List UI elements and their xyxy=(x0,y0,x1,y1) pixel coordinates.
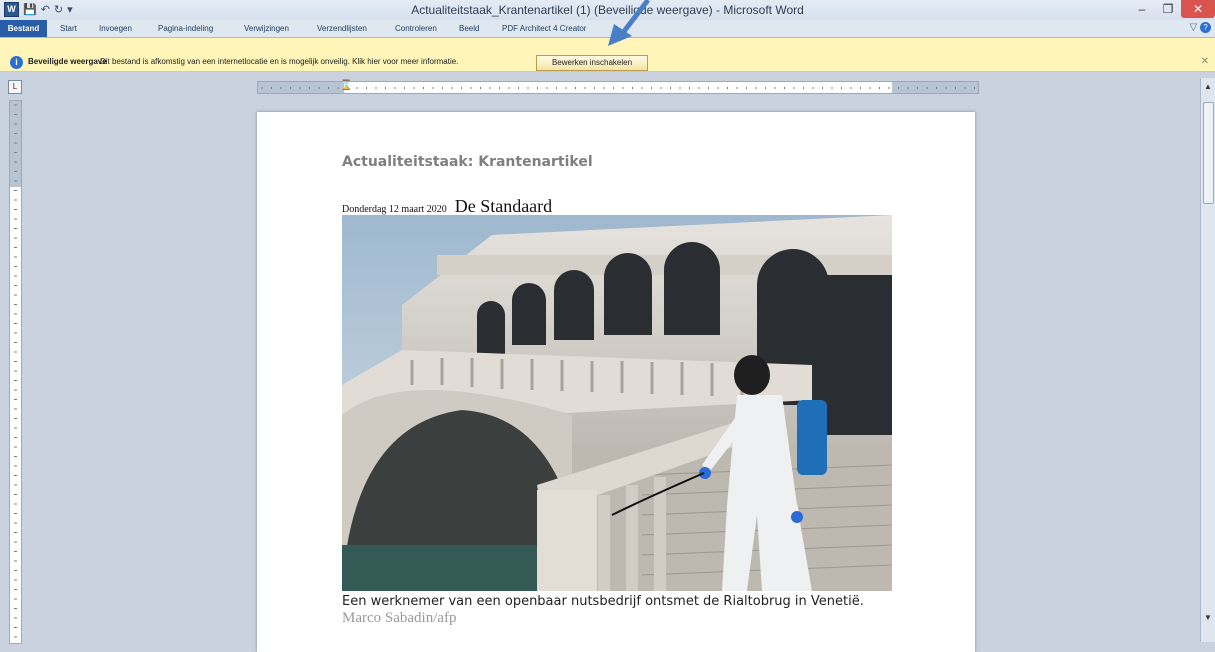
restore-button[interactable]: ❐ xyxy=(1155,0,1181,18)
rialto-bridge-photo xyxy=(342,215,892,591)
newspaper-name: De Standaard xyxy=(454,196,553,216)
tab-controleren[interactable]: Controleren xyxy=(395,22,437,35)
tab-bestand[interactable]: Bestand xyxy=(0,20,47,37)
article-date: Donderdag 12 maart 2020 xyxy=(342,204,447,215)
minimize-button[interactable]: – xyxy=(1129,0,1155,18)
ruler-ticks xyxy=(261,87,975,89)
article-photo[interactable] xyxy=(342,215,892,591)
vertical-scrollbar[interactable]: ▲ ▼ xyxy=(1200,78,1215,642)
caption-text: Een werknemer van een openbaar nutsbedri… xyxy=(342,594,864,609)
indent-marker-icon[interactable]: ⌛ xyxy=(340,80,352,91)
info-icon: i xyxy=(10,56,23,69)
scroll-up-icon[interactable]: ▲ xyxy=(1204,82,1212,91)
photo-caption: Een werknemer van een openbaar nutsbedri… xyxy=(342,593,902,627)
document-page[interactable]: Actualiteitstaak: Krantenartikel Donderd… xyxy=(257,112,975,652)
scroll-down-icon[interactable]: ▼ xyxy=(1204,613,1212,622)
scrollbar-thumb[interactable] xyxy=(1203,102,1214,204)
ribbon-right-icons: ▽ ? xyxy=(1190,22,1211,33)
annotation-arrow-icon xyxy=(608,0,650,46)
document-heading: Actualiteitstaak: Krantenartikel xyxy=(342,154,593,170)
window-controls: – ❐ ✕ xyxy=(1129,0,1215,18)
photo-credit: Marco Sabadin/afp xyxy=(342,610,457,626)
help-icon[interactable]: ? xyxy=(1200,22,1211,33)
protected-view-title: Beveiligde weergave xyxy=(28,57,107,66)
tab-selector-button[interactable]: L xyxy=(8,80,22,94)
minimize-ribbon-icon[interactable]: ▽ xyxy=(1190,22,1198,33)
tab-pagina-indeling[interactable]: Pagina-indeling xyxy=(158,22,213,35)
dateline: Donderdag 12 maart 2020 De Standaard xyxy=(342,196,552,217)
tab-pdf-architect[interactable]: PDF Architect 4 Creator xyxy=(502,22,586,35)
tab-start[interactable]: Start xyxy=(60,22,77,35)
vertical-ruler-ticks xyxy=(14,104,17,638)
close-icon[interactable]: ✕ xyxy=(1201,56,1209,67)
tab-beeld[interactable]: Beeld xyxy=(459,22,479,35)
protected-view-message[interactable]: Dit bestand is afkomstig van een interne… xyxy=(100,57,458,66)
tab-verzendlijsten[interactable]: Verzendlijsten xyxy=(317,22,367,35)
horizontal-ruler[interactable]: ⌛ xyxy=(257,80,979,94)
tab-verwijzingen[interactable]: Verwijzingen xyxy=(244,22,289,35)
tab-invoegen[interactable]: Invoegen xyxy=(99,22,132,35)
close-button[interactable]: ✕ xyxy=(1181,0,1215,18)
enable-editing-button[interactable]: Bewerken inschakelen xyxy=(536,55,648,71)
vertical-ruler[interactable] xyxy=(9,100,22,644)
